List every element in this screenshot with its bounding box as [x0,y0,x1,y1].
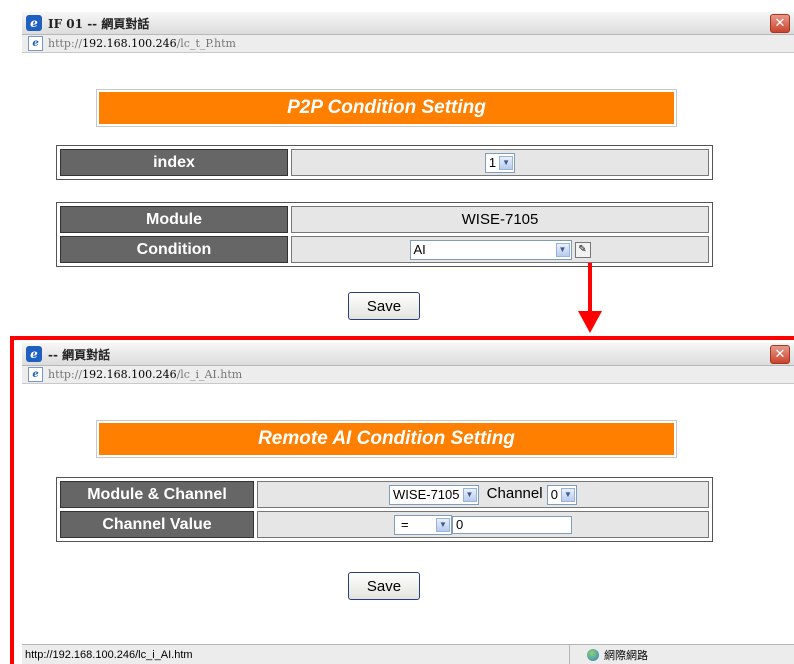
annotation-arrow-shaft [588,263,592,313]
annotation-arrowhead [578,311,602,333]
page-icon: e [28,36,43,51]
dialog-window-remote-ai: e -- 網頁對話 ✕ e http://192.168.100.246/lc_… [22,343,794,664]
address-url: http://192.168.100.246/lc_t_P.htm [48,37,236,50]
annotation-frame-left [10,336,14,664]
chevron-down-icon: ▼ [555,242,570,257]
index-label: index [60,149,288,176]
module-select[interactable]: WISE-7105 ▼ [389,484,479,505]
page-heading: Remote AI Condition Setting [96,420,677,458]
ie-icon: e [26,346,42,362]
value-input[interactable]: 0 [452,515,572,534]
chevron-down-icon: ▼ [462,487,477,502]
condition-label: Condition [60,236,288,263]
index-table: index 1 ▼ [56,145,713,180]
index-row: index 1 ▼ [60,149,709,176]
chevron-down-icon: ▼ [560,487,575,502]
titlebar: e -- 網頁對話 ✕ [22,343,794,366]
status-zone: 網際網路 [587,647,648,663]
operator-select[interactable]: = ▼ [394,514,452,535]
zone-label: 網際網路 [604,649,648,662]
module-table: Module WISE-7105 Condition AI ▼ ✎ [56,202,713,267]
module-channel-row: Module & Channel WISE-7105 ▼ Channel 0 ▼ [60,481,709,508]
module-channel-label: Module & Channel [60,481,254,508]
channel-value-label: Channel Value [60,511,254,538]
address-url: http://192.168.100.246/lc_i_AI.htm [48,368,243,381]
module-channel-cell: WISE-7105 ▼ Channel 0 ▼ [257,481,709,508]
address-bar: e http://192.168.100.246/lc_i_AI.htm [22,366,794,384]
condition-cell: AI ▼ ✎ [291,236,709,263]
channel-label: Channel [486,485,543,503]
close-button[interactable]: ✕ [770,345,790,364]
annotation-frame-top [10,336,794,340]
page-heading: P2P Condition Setting [96,89,677,127]
edit-icon[interactable]: ✎ [574,241,591,258]
chevron-down-icon: ▼ [499,155,514,170]
module-value: WISE-7105 [291,206,709,233]
globe-icon [587,648,599,661]
status-bar: http://192.168.100.246/lc_i_AI.htm 網際網路 [22,644,794,664]
page-icon: e [28,367,43,382]
titlebar: e IF 01 -- 網頁對話 ✕ [22,12,794,35]
dialog-window-p2p: e IF 01 -- 網頁對話 ✕ e http://192.168.100.2… [22,12,794,334]
index-cell: 1 ▼ [291,149,709,176]
ai-condition-table: Module & Channel WISE-7105 ▼ Channel 0 ▼ C… [56,477,713,542]
close-button[interactable]: ✕ [770,14,790,33]
window-title: -- 網頁對話 [48,347,111,362]
address-bar: e http://192.168.100.246/lc_t_P.htm [22,35,794,53]
ie-icon: e [26,15,42,31]
condition-select[interactable]: AI ▼ [409,239,572,260]
channel-value-row: Channel Value = ▼ 0 [60,511,709,538]
window-title: IF 01 -- 網頁對話 [48,16,150,31]
channel-value-cell: = ▼ 0 [257,511,709,538]
condition-row: Condition AI ▼ ✎ [60,236,709,263]
channel-select[interactable]: 0 ▼ [546,484,577,505]
module-row: Module WISE-7105 [60,206,709,233]
save-button[interactable]: Save [348,572,420,600]
status-url: http://192.168.100.246/lc_i_AI.htm [22,645,570,664]
module-label: Module [60,206,288,233]
save-button[interactable]: Save [348,292,420,320]
chevron-down-icon: ▼ [436,517,450,532]
index-select[interactable]: 1 ▼ [484,152,516,173]
